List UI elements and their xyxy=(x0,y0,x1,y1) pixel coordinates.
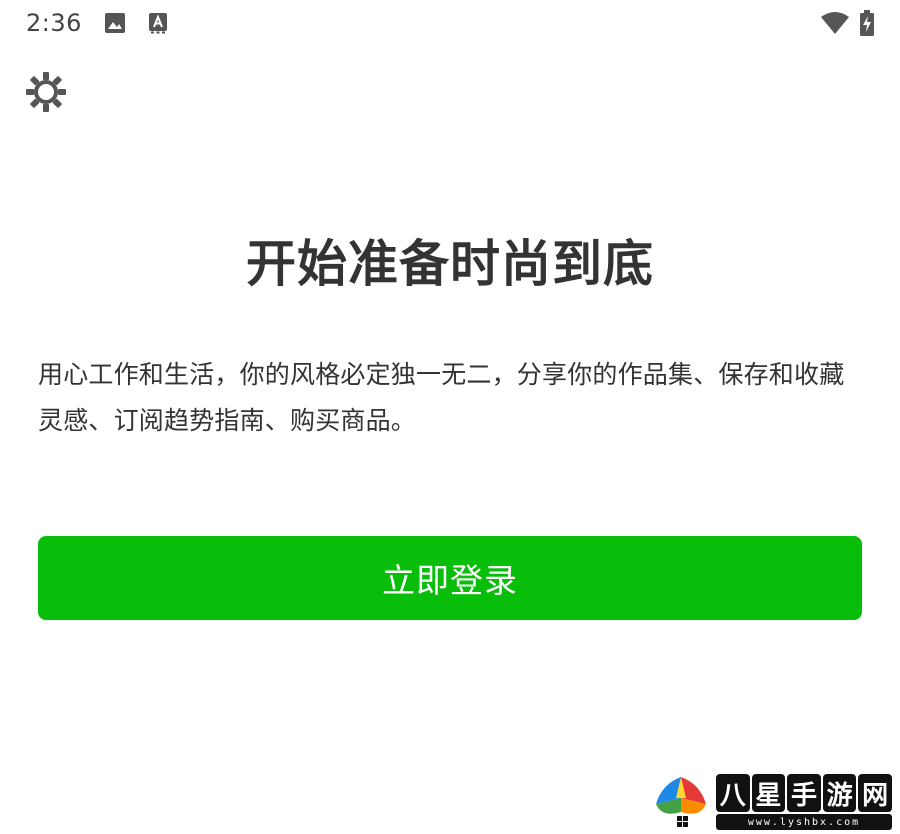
battery-charging-icon xyxy=(860,10,874,36)
settings-button[interactable] xyxy=(22,68,70,116)
watermark-char: 手 xyxy=(787,774,821,812)
watermark-title: 八 星 手 游 网 xyxy=(716,774,892,812)
watermark-char: 八 xyxy=(716,774,750,812)
watermark-url: www.lyshbx.com xyxy=(716,814,892,830)
watermark-char: 游 xyxy=(822,774,857,812)
login-button[interactable]: 立即登录 xyxy=(38,536,862,620)
watermark-logo-icon xyxy=(652,774,710,830)
status-bar: 2:36 xyxy=(0,0,900,46)
page-title: 开始准备时尚到底 xyxy=(246,235,654,293)
status-left: 2:36 xyxy=(26,9,168,37)
image-icon xyxy=(104,12,126,34)
intro-description: 用心工作和生活，你的风格必定独一无二，分享你的作品集、保存和收藏灵感、订阅趋势指… xyxy=(38,360,845,435)
watermark-char: 星 xyxy=(751,774,786,812)
status-time: 2:36 xyxy=(26,9,82,37)
status-right xyxy=(820,10,874,36)
text-a-icon xyxy=(148,12,168,34)
wifi-icon xyxy=(820,11,850,35)
watermark-char: 网 xyxy=(858,774,892,812)
site-watermark: 八 星 手 游 网 www.lyshbx.com xyxy=(650,772,894,832)
gear-icon xyxy=(25,71,67,113)
